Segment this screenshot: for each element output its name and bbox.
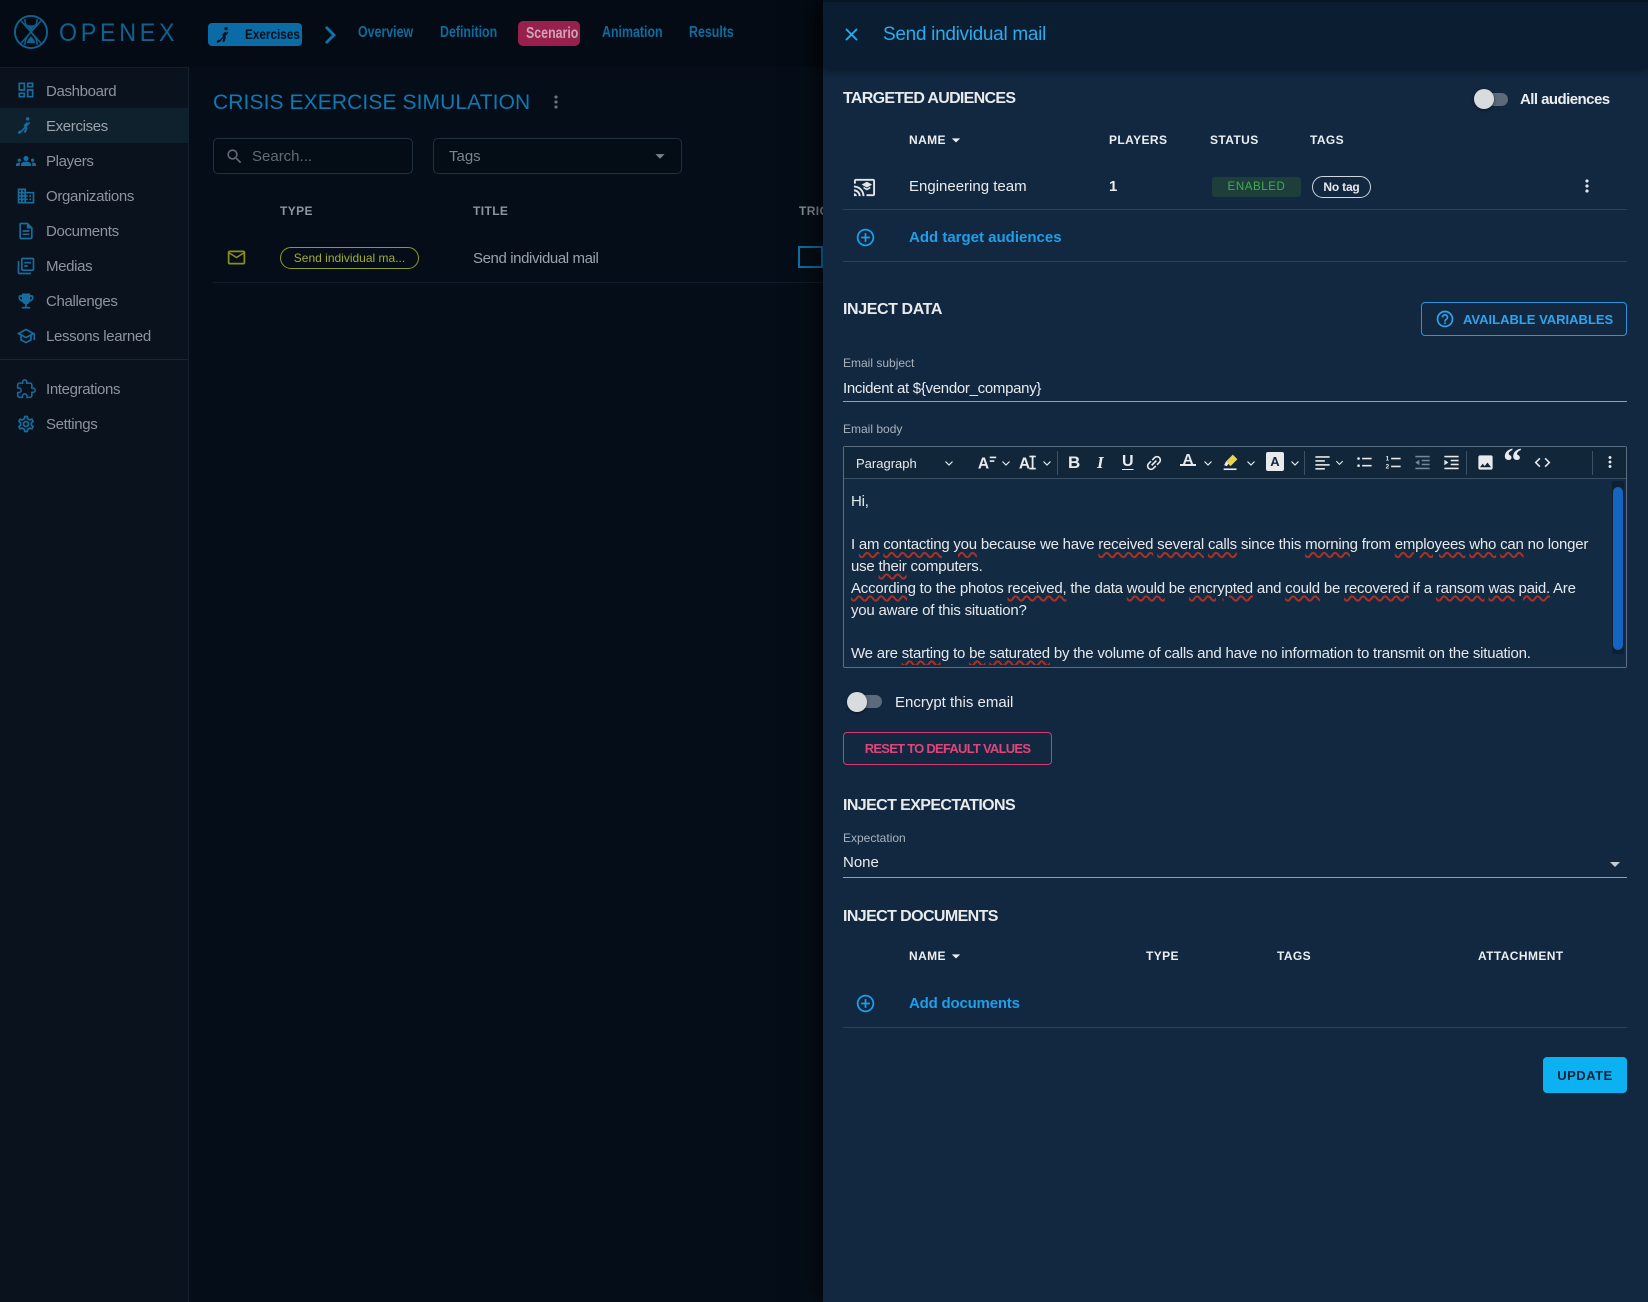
svg-text:A: A bbox=[1019, 456, 1030, 473]
svg-text:2: 2 bbox=[1386, 463, 1390, 470]
svg-text:A: A bbox=[978, 456, 989, 473]
svg-text:1: 1 bbox=[1386, 456, 1390, 463]
